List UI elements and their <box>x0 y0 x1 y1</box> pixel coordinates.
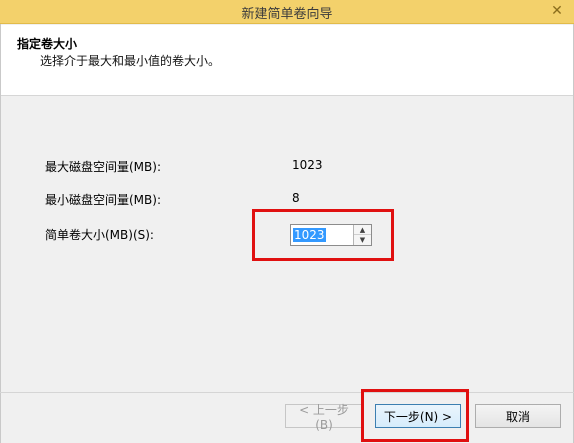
page-title: 指定卷大小 <box>17 37 78 51</box>
next-button[interactable]: 下一步(N) > <box>375 404 461 428</box>
page-subtitle: 选择介于最大和最小值的卷大小。 <box>40 54 221 68</box>
back-button[interactable]: < 上一步(B) <box>285 403 363 432</box>
volume-size-label: 简单卷大小(MB)(S): <box>45 228 154 242</box>
window-border-left <box>0 24 1 443</box>
spin-up-button[interactable]: ▲ <box>354 225 371 235</box>
close-icon: ✕ <box>551 3 563 19</box>
max-space-label: 最大磁盘空间量(MB): <box>45 160 161 174</box>
wizard-window: 新建简单卷向导 ✕ 指定卷大小 选择介于最大和最小值的卷大小。 最大磁盘空间量(… <box>0 0 574 443</box>
spin-down-button[interactable]: ▼ <box>354 235 371 245</box>
wizard-header: 指定卷大小 选择介于最大和最小值的卷大小。 <box>0 25 574 96</box>
volume-size-input[interactable] <box>291 225 353 245</box>
spin-buttons: ▲ ▼ <box>353 225 371 245</box>
max-space-value: 1023 <box>292 158 323 172</box>
min-space-label: 最小磁盘空间量(MB): <box>45 193 161 207</box>
window-title: 新建简单卷向导 <box>241 7 333 22</box>
close-button[interactable]: ✕ <box>546 2 568 20</box>
min-space-value: 8 <box>292 191 300 205</box>
volume-size-stepper[interactable]: 1023 ▲ ▼ <box>290 224 372 246</box>
footer-divider <box>0 392 574 393</box>
cancel-button[interactable]: 取消 <box>475 404 561 428</box>
chevron-down-icon: ▼ <box>359 236 366 244</box>
title-bar[interactable]: 新建简单卷向导 ✕ <box>0 0 574 24</box>
chevron-up-icon: ▲ <box>359 225 366 234</box>
